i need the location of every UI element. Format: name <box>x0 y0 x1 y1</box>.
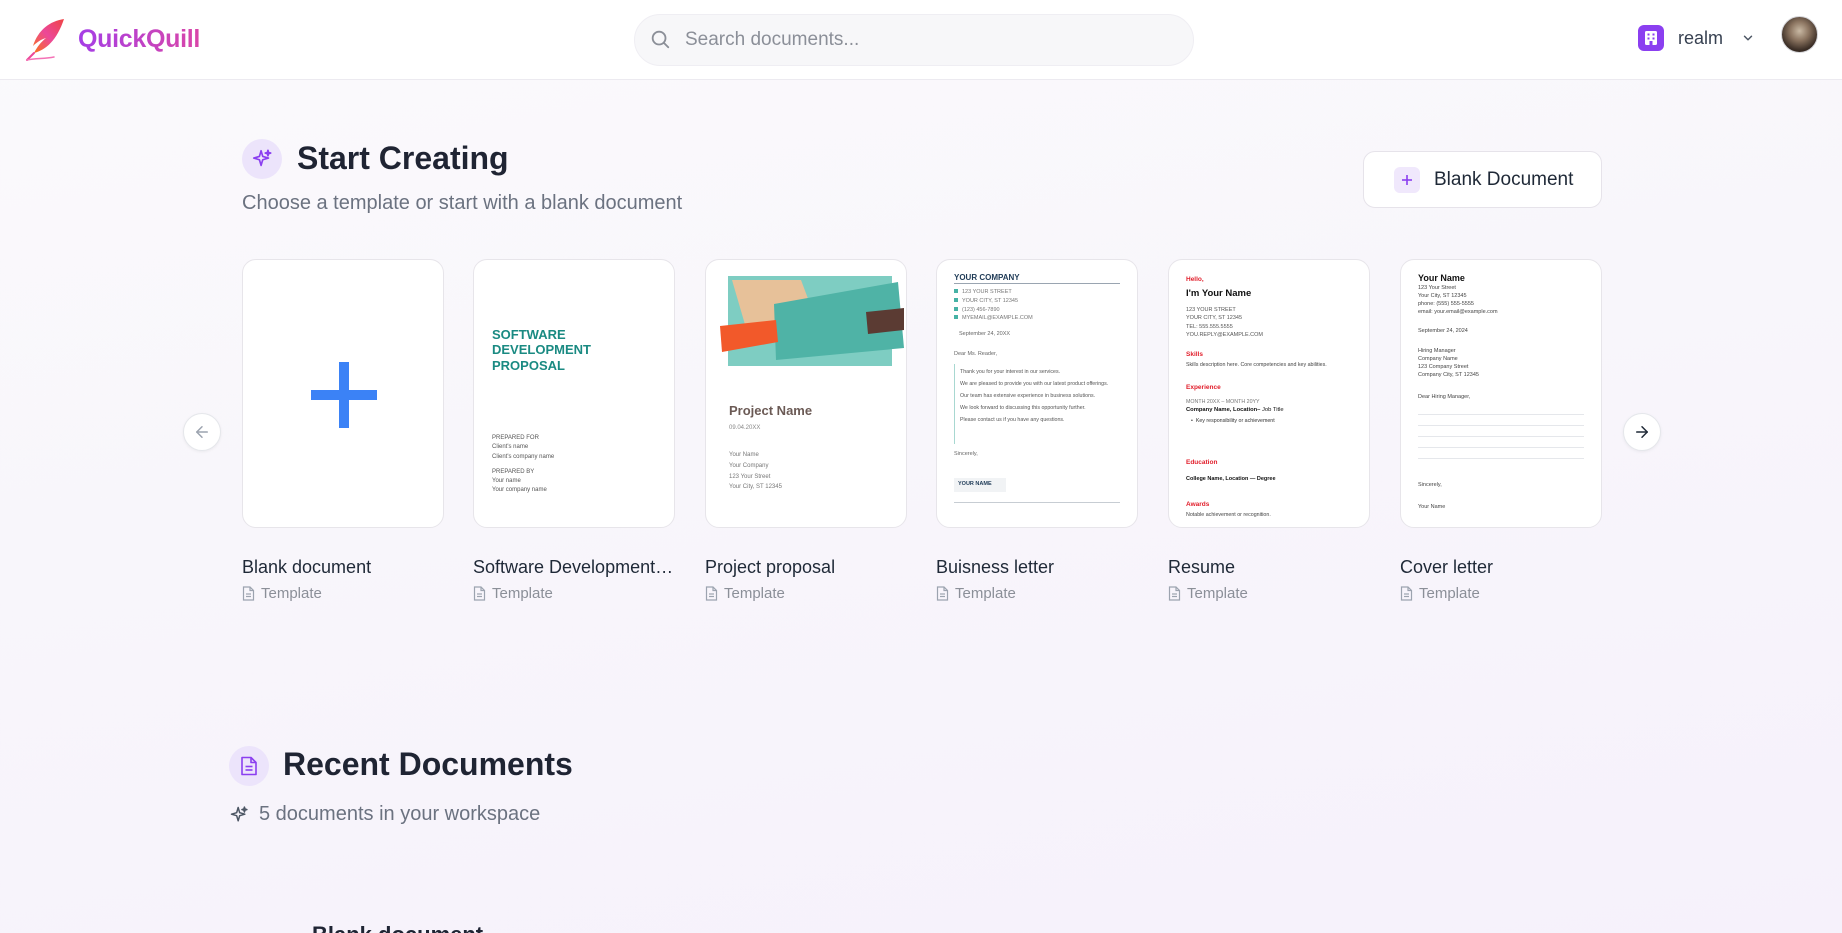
template-card-software-proposal[interactable]: SOFTWARE DEVELOPMENT PROPOSAL PREPARED F… <box>473 259 675 528</box>
preview-text: Your Name Your Company 123 Your Street Y… <box>729 452 782 491</box>
carousel-next-button[interactable] <box>1623 413 1661 451</box>
teal-corner-decoration <box>474 260 514 300</box>
carousel-prev-button[interactable] <box>183 413 221 451</box>
brand-name: QuickQuill <box>78 24 201 53</box>
template-type: Template <box>473 585 553 602</box>
building-icon <box>1638 25 1664 51</box>
blank-document-label: Blank Document <box>1434 168 1574 190</box>
preview-awards: Notable achievement or recognition. <box>1186 512 1271 518</box>
preview-recipient: Hiring Manager Company Name 123 Company … <box>1418 348 1479 378</box>
recent-documents-count: 5 documents in your workspace <box>229 803 540 826</box>
brand-logo[interactable]: QuickQuill <box>24 16 200 62</box>
template-title: Resume <box>1168 557 1236 577</box>
preview-graphic <box>720 276 904 366</box>
template-type: Template <box>1400 585 1480 602</box>
sparkles-icon <box>230 805 248 822</box>
preview-experience-heading: Experience <box>1186 384 1221 391</box>
chevron-down-icon <box>1741 31 1755 45</box>
preview-education: College Name, Location — Degree <box>1186 476 1276 482</box>
preview-project-name: Project Name <box>729 403 813 418</box>
top-bar: QuickQuill realm <box>0 0 1842 80</box>
search-input[interactable] <box>685 29 1165 51</box>
template-type: Template <box>936 585 1016 602</box>
preview-experience-company: Company Name, Location– Job Title <box>1186 407 1284 413</box>
preview-skills: Skills description here. Core competenci… <box>1186 362 1327 368</box>
recent-document-title[interactable]: Blank document <box>312 922 483 933</box>
template-type: Template <box>705 585 785 602</box>
file-icon <box>473 586 486 601</box>
preview-heading: SOFTWARE DEVELOPMENT PROPOSAL <box>492 327 591 373</box>
preview-date: September 24, 2024 <box>1418 328 1468 334</box>
search-icon <box>649 28 673 52</box>
template-card-blank[interactable] <box>242 259 444 528</box>
preview-skills-heading: Skills <box>1186 351 1203 358</box>
preview-greeting: Dear Hiring Manager, <box>1418 394 1471 400</box>
user-avatar[interactable] <box>1781 16 1818 53</box>
section-subtitle: Choose a template or start with a blank … <box>242 192 683 214</box>
sparkles-icon <box>242 139 282 179</box>
preview-address: 123 YOUR STREET YOUR CITY, ST 12345 (123… <box>954 288 1033 323</box>
template-card-resume[interactable]: Hello, I'm Your Name 123 YOUR STREET YOU… <box>1168 259 1370 528</box>
template-type: Template <box>242 585 322 602</box>
arrow-right-icon <box>1636 426 1648 438</box>
preview-awards-heading: Awards <box>1186 501 1210 508</box>
template-card-project-proposal[interactable]: Project Name 09.04.20XX Your Name Your C… <box>705 259 907 528</box>
template-title: Buisness letter <box>936 557 1055 577</box>
preview-name: I'm Your Name <box>1186 288 1252 299</box>
preview-experience-bullet: • Key responsibility or achievement <box>1191 418 1275 424</box>
template-type: Template <box>1168 585 1248 602</box>
file-icon <box>1168 586 1181 601</box>
section-title-recent-documents: Recent Documents <box>283 746 573 782</box>
preview-date: 09.04.20XX <box>729 425 761 431</box>
template-card-business-letter[interactable]: YOUR COMPANY 123 YOUR STREET YOUR CITY, … <box>936 259 1138 528</box>
file-icon <box>1400 586 1413 601</box>
preview-address: 123 YOUR STREET YOUR CITY, ST 12345 TEL:… <box>1186 307 1263 338</box>
preview-body: Thank you for your interest in our servi… <box>960 369 1109 423</box>
document-icon <box>229 746 269 786</box>
preview-closing: Sincerely, <box>1418 482 1442 488</box>
workspace-name: realm <box>1678 27 1724 48</box>
preview-name: Your Name <box>1418 273 1465 283</box>
large-plus-icon <box>311 362 377 428</box>
arrow-left-icon <box>196 426 208 438</box>
preview-address: 123 Your Street Your City, ST 12345 phon… <box>1418 285 1498 315</box>
template-title: Cover letter <box>1400 557 1494 577</box>
preview-text: PREPARED FOR Client's name Client's comp… <box>492 435 555 494</box>
file-icon <box>705 586 718 601</box>
template-card-cover-letter[interactable]: Your Name 123 Your Street Your City, ST … <box>1400 259 1602 528</box>
template-title: Blank document <box>242 557 372 577</box>
preview-body-lines <box>1418 414 1584 459</box>
plus-icon <box>1394 166 1420 193</box>
search-bar[interactable] <box>634 14 1194 66</box>
preview-company: YOUR COMPANY <box>954 273 1020 282</box>
file-icon <box>242 586 255 601</box>
workspace-switcher[interactable]: realm <box>1638 25 1755 51</box>
preview-date: September 24, 20XX <box>959 331 1011 337</box>
file-icon <box>936 586 949 601</box>
section-title-start-creating: Start Creating <box>297 140 509 176</box>
template-title: Software Development Proposal <box>473 557 678 577</box>
quill-icon <box>26 19 64 61</box>
preview-closing: Sincerely, <box>954 451 978 457</box>
preview-signature: Your Name <box>1418 504 1446 510</box>
preview-hello: Hello, <box>1186 276 1204 283</box>
preview-education-heading: Education <box>1186 459 1218 466</box>
template-title: Project proposal <box>705 557 836 577</box>
blank-document-button[interactable]: Blank Document <box>1363 151 1602 208</box>
preview-signature: YOUR NAME <box>958 481 992 487</box>
preview-greeting: Dear Ms. Reader, <box>954 351 998 357</box>
